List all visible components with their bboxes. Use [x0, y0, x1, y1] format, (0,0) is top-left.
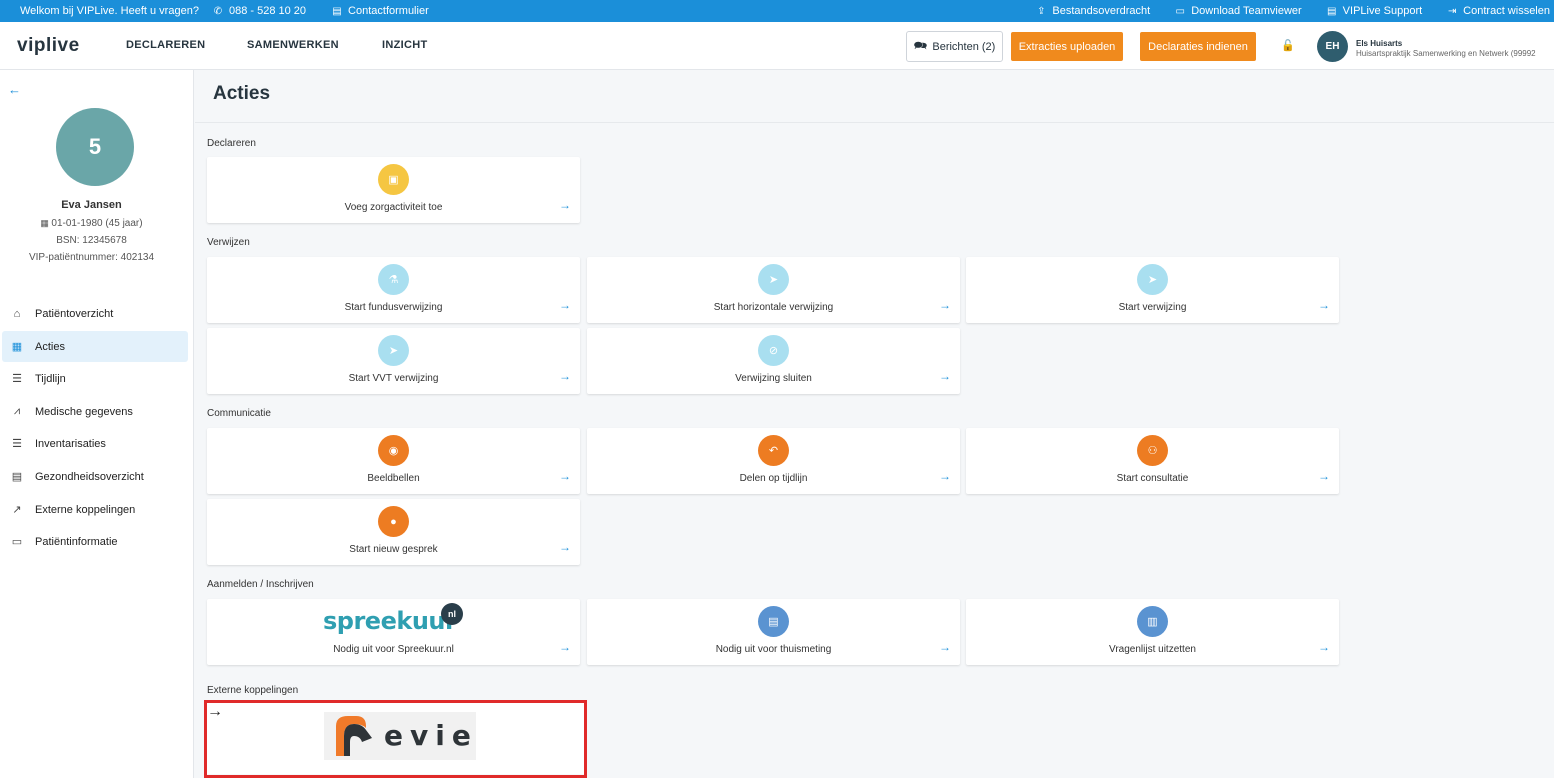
sidebar-item-gezondheidsoverzicht[interactable]: ▤ Gezondheidsoverzicht — [2, 461, 188, 492]
arrow-right-icon: → — [939, 298, 951, 312]
sidebar-item-medische-gegevens[interactable]: ⩘ Medische gegevens — [2, 396, 188, 427]
section-externe-koppelingen: Externe koppelingen — [207, 685, 299, 696]
document-icon: ▤ — [11, 471, 23, 483]
arrow-right-icon: → — [559, 640, 571, 654]
phone-link[interactable]: ✆ 088 - 528 10 20 — [212, 5, 306, 17]
contract-switch-link[interactable]: ⇥ Contract wisselen — [1446, 5, 1550, 17]
upload-icon: ⇪ — [1037, 5, 1046, 17]
paper-plane-icon: ➤ — [378, 335, 409, 366]
arrow-right-icon: → — [1318, 640, 1330, 654]
patient-sidebar: ← 5 Eva Jansen ▦ 01-01-1980 (45 jaar) BS… — [0, 70, 194, 778]
sidebar-item-patientinformatie[interactable]: ▭ Patiëntinformatie — [2, 526, 188, 557]
external-link-icon: ↗ — [12, 504, 22, 516]
card-beeldbellen[interactable]: ◉ Beeldbellen → — [207, 428, 580, 494]
arrow-right-icon: → — [559, 369, 571, 383]
card-verwijzing-sluiten[interactable]: ⊘ Verwijzing sluiten → — [587, 328, 960, 394]
id-card-icon: ▭ — [11, 536, 23, 548]
numbered-list-icon: ☰ — [12, 438, 22, 450]
users-icon: ⚇ — [1137, 435, 1168, 466]
welcome-text: Welkom bij VIPLive. Heeft u vragen? — [20, 5, 199, 17]
section-declareren: Declareren — [207, 138, 256, 149]
nav-samenwerken[interactable]: SAMENWERKEN — [247, 39, 339, 51]
sidebar-item-externe-koppelingen[interactable]: ↗ Externe koppelingen — [2, 494, 188, 525]
contact-form-link[interactable]: ▤ Contactformulier — [331, 5, 428, 17]
flask-icon: ⚗ — [378, 264, 409, 295]
sidebar-item-patientoverzicht[interactable]: ⌂ Patiëntoverzicht — [2, 298, 188, 329]
divider — [195, 122, 1554, 123]
lock-icon[interactable]: 🔓 — [1281, 39, 1295, 52]
user-name: Els Huisarts — [1356, 39, 1403, 48]
sidebar-item-tijdlijn[interactable]: ☰ Tijdlijn — [2, 363, 188, 394]
paper-plane-icon: ➤ — [758, 264, 789, 295]
clipboard-icon: ▤ — [758, 606, 789, 637]
patient-name: Eva Jansen — [61, 199, 122, 211]
user-organisation: Huisartspraktijk Samenwerking en Netwerk… — [1356, 49, 1536, 58]
arrow-right-icon: → — [1318, 469, 1330, 483]
messages-button[interactable]: 🗪 Berichten (2) — [906, 31, 1003, 62]
card-start-vvt-verwijzing[interactable]: ➤ Start VVT verwijzing → — [207, 328, 580, 394]
home-icon: ⌂ — [13, 307, 21, 320]
app-header: viplive DECLAREREN SAMENWERKEN INZICHT 🗪… — [0, 22, 1554, 70]
patient-vip-number: VIP-patiëntnummer: 402134 — [28, 252, 155, 263]
arrow-right-icon: → — [939, 469, 951, 483]
card-start-horizontale-verwijzing[interactable]: ➤ Start horizontale verwijzing → — [587, 257, 960, 323]
viplive-logo[interactable]: viplive — [17, 35, 80, 57]
transfer-link[interactable]: ⇪ Bestandsoverdracht — [1035, 5, 1150, 17]
arrow-right-icon: → — [939, 369, 951, 383]
arrow-right-icon: → — [939, 640, 951, 654]
back-arrow-icon[interactable]: ← — [8, 82, 21, 97]
document-icon: ▤ — [1326, 5, 1337, 17]
arrow-right-icon: → — [559, 469, 571, 483]
nav-inzicht[interactable]: INZICHT — [382, 39, 427, 51]
nav-declareren[interactable]: DECLAREREN — [126, 39, 205, 51]
submit-declarations-button[interactable]: Declaraties indienen — [1140, 32, 1256, 61]
card-delen-op-tijdlijn[interactable]: ↶ Delen op tijdlijn → — [587, 428, 960, 494]
card-spreekuur-nl[interactable]: spreekuur nl Nodig uit voor Spreekuur.nl… — [207, 599, 580, 665]
webcam-icon: ◉ — [378, 435, 409, 466]
chat-bubble-icon: ● — [378, 506, 409, 537]
calendar-icon: ▦ — [11, 341, 23, 353]
card-start-consultatie[interactable]: ⚇ Start consultatie → — [966, 428, 1339, 494]
switch-icon: ⇥ — [1447, 5, 1457, 17]
reply-icon: ↶ — [758, 435, 789, 466]
phone-icon: ✆ — [213, 5, 223, 17]
card-voeg-zorgactiviteit-toe[interactable]: ▣ Voeg zorgactiviteit toe → — [207, 157, 580, 223]
section-verwijzen: Verwijzen — [207, 237, 250, 248]
arrow-right-icon: → — [559, 198, 571, 212]
sidebar-item-acties[interactable]: ▦ Acties — [2, 331, 188, 362]
patient-birthdate: ▦ 01-01-1980 (45 jaar) — [40, 218, 143, 229]
upload-extractions-button[interactable]: Extracties uploaden — [1011, 32, 1123, 61]
sidebar-item-inventarisaties[interactable]: ☰ Inventarisaties — [2, 428, 188, 459]
bar-chart-icon: ▥ — [1137, 606, 1168, 637]
ban-icon: ⊘ — [758, 335, 789, 366]
patient-bsn: BSN: 12345678 — [56, 235, 127, 246]
page-title: Acties — [213, 83, 271, 104]
highlight-box — [204, 700, 587, 778]
document-icon: ▤ — [332, 5, 342, 17]
chat-icon: 🗪 — [913, 40, 928, 52]
paper-plane-icon: ➤ — [1137, 264, 1168, 295]
arrow-right-icon: → — [559, 298, 571, 312]
box-icon: ▣ — [378, 164, 409, 195]
calendar-icon: ▦ — [40, 218, 52, 228]
monitor-icon: ▭ — [1175, 5, 1185, 17]
spreekuur-logo: spreekuur nl — [323, 603, 464, 639]
teamviewer-link[interactable]: ▭ Download Teamviewer — [1174, 5, 1301, 17]
patient-avatar: 5 — [56, 108, 134, 186]
card-nodig-uit-thuismeting[interactable]: ▤ Nodig uit voor thuismeting → — [587, 599, 960, 665]
card-start-nieuw-gesprek[interactable]: ● Start nieuw gesprek → — [207, 499, 580, 565]
list-icon: ☰ — [12, 373, 22, 385]
card-vragenlijst-uitzetten[interactable]: ▥ Vragenlijst uitzetten → — [966, 599, 1339, 665]
arrow-right-icon: → — [1318, 298, 1330, 312]
section-communicatie: Communicatie — [207, 408, 271, 419]
chart-icon: ⩘ — [13, 405, 21, 417]
support-link[interactable]: ▤ VIPLive Support — [1326, 5, 1422, 17]
section-aanmelden: Aanmelden / Inschrijven — [207, 579, 314, 590]
card-start-verwijzing[interactable]: ➤ Start verwijzing → — [966, 257, 1339, 323]
info-bar: Welkom bij VIPLive. Heeft u vragen? ✆ 088… — [0, 0, 1554, 22]
user-avatar[interactable]: EH — [1317, 31, 1348, 62]
arrow-right-icon: → — [559, 540, 571, 554]
card-start-fundusverwijzing[interactable]: ⚗ Start fundusverwijzing → — [207, 257, 580, 323]
